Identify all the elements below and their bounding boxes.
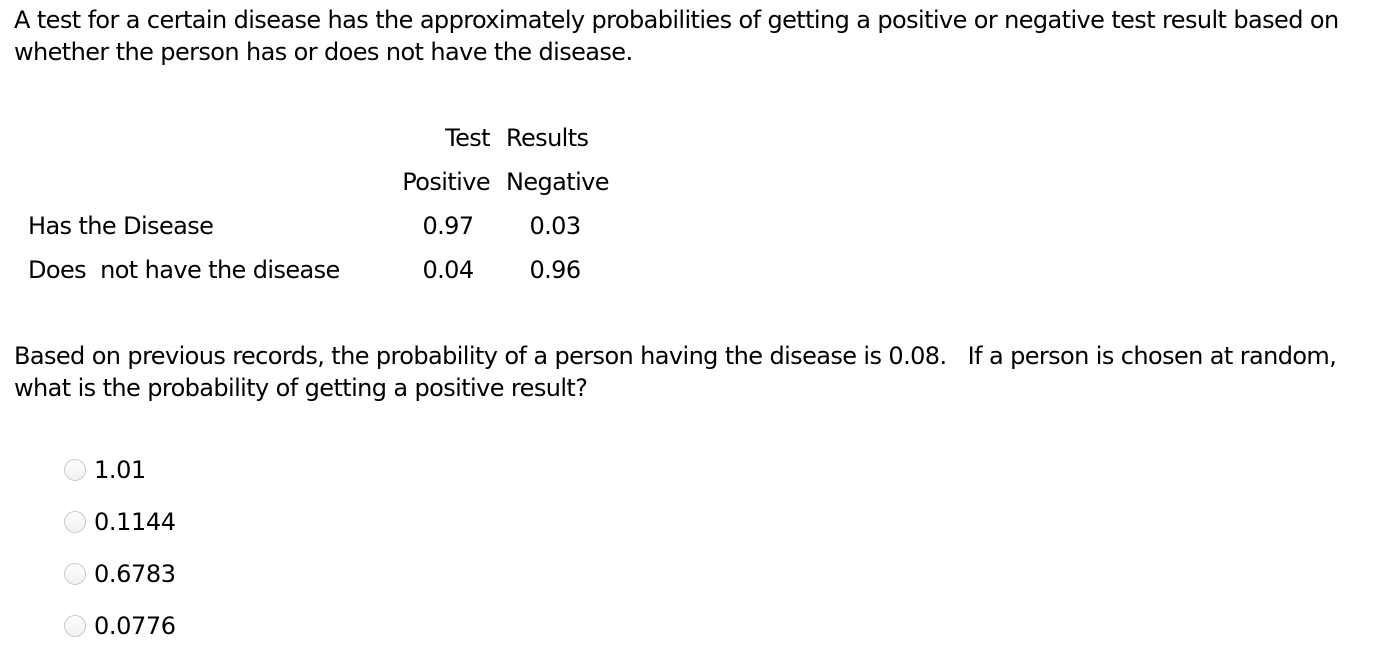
question-text: Based on previous records, the probabili… [14, 342, 1344, 402]
table-row: Has the Disease 0.97 0.03 [20, 204, 624, 248]
row-label: Does not have the disease [28, 256, 340, 284]
option-label: 1.01 [94, 456, 146, 484]
radio-button[interactable] [64, 511, 86, 533]
header-negative: Negative [506, 168, 610, 196]
radio-button[interactable] [64, 459, 86, 481]
row-label: Has the Disease [28, 212, 214, 240]
radio-button[interactable] [64, 615, 86, 637]
probability-table: Test Results Positive Negative Has the D… [20, 116, 624, 292]
option-3[interactable]: 0.6783 [64, 548, 176, 600]
option-2[interactable]: 0.1144 [64, 496, 176, 548]
cell-positive: 0.97 [422, 212, 474, 240]
cell-negative: 0.96 [529, 256, 581, 284]
header-test: Test [445, 124, 490, 152]
table-corner [20, 160, 386, 204]
intro-text: A test for a certain disease has the app… [14, 6, 1339, 66]
option-label: 0.6783 [94, 560, 176, 588]
option-1[interactable]: 1.01 [64, 444, 176, 496]
option-label: 0.0776 [94, 612, 176, 640]
table-subheader-row: Positive Negative [20, 160, 624, 204]
option-4[interactable]: 0.0776 [64, 600, 176, 652]
table-corner [20, 116, 386, 160]
header-positive: Positive [402, 168, 490, 196]
radio-button[interactable] [64, 563, 86, 585]
table-header-row: Test Results [20, 116, 624, 160]
answer-options: 1.01 0.1144 0.6783 0.0776 [64, 444, 176, 652]
header-results: Results [506, 124, 589, 152]
cell-positive: 0.04 [422, 256, 474, 284]
table-row: Does not have the disease 0.04 0.96 [20, 248, 624, 292]
option-label: 0.1144 [94, 508, 176, 536]
cell-negative: 0.03 [529, 212, 581, 240]
